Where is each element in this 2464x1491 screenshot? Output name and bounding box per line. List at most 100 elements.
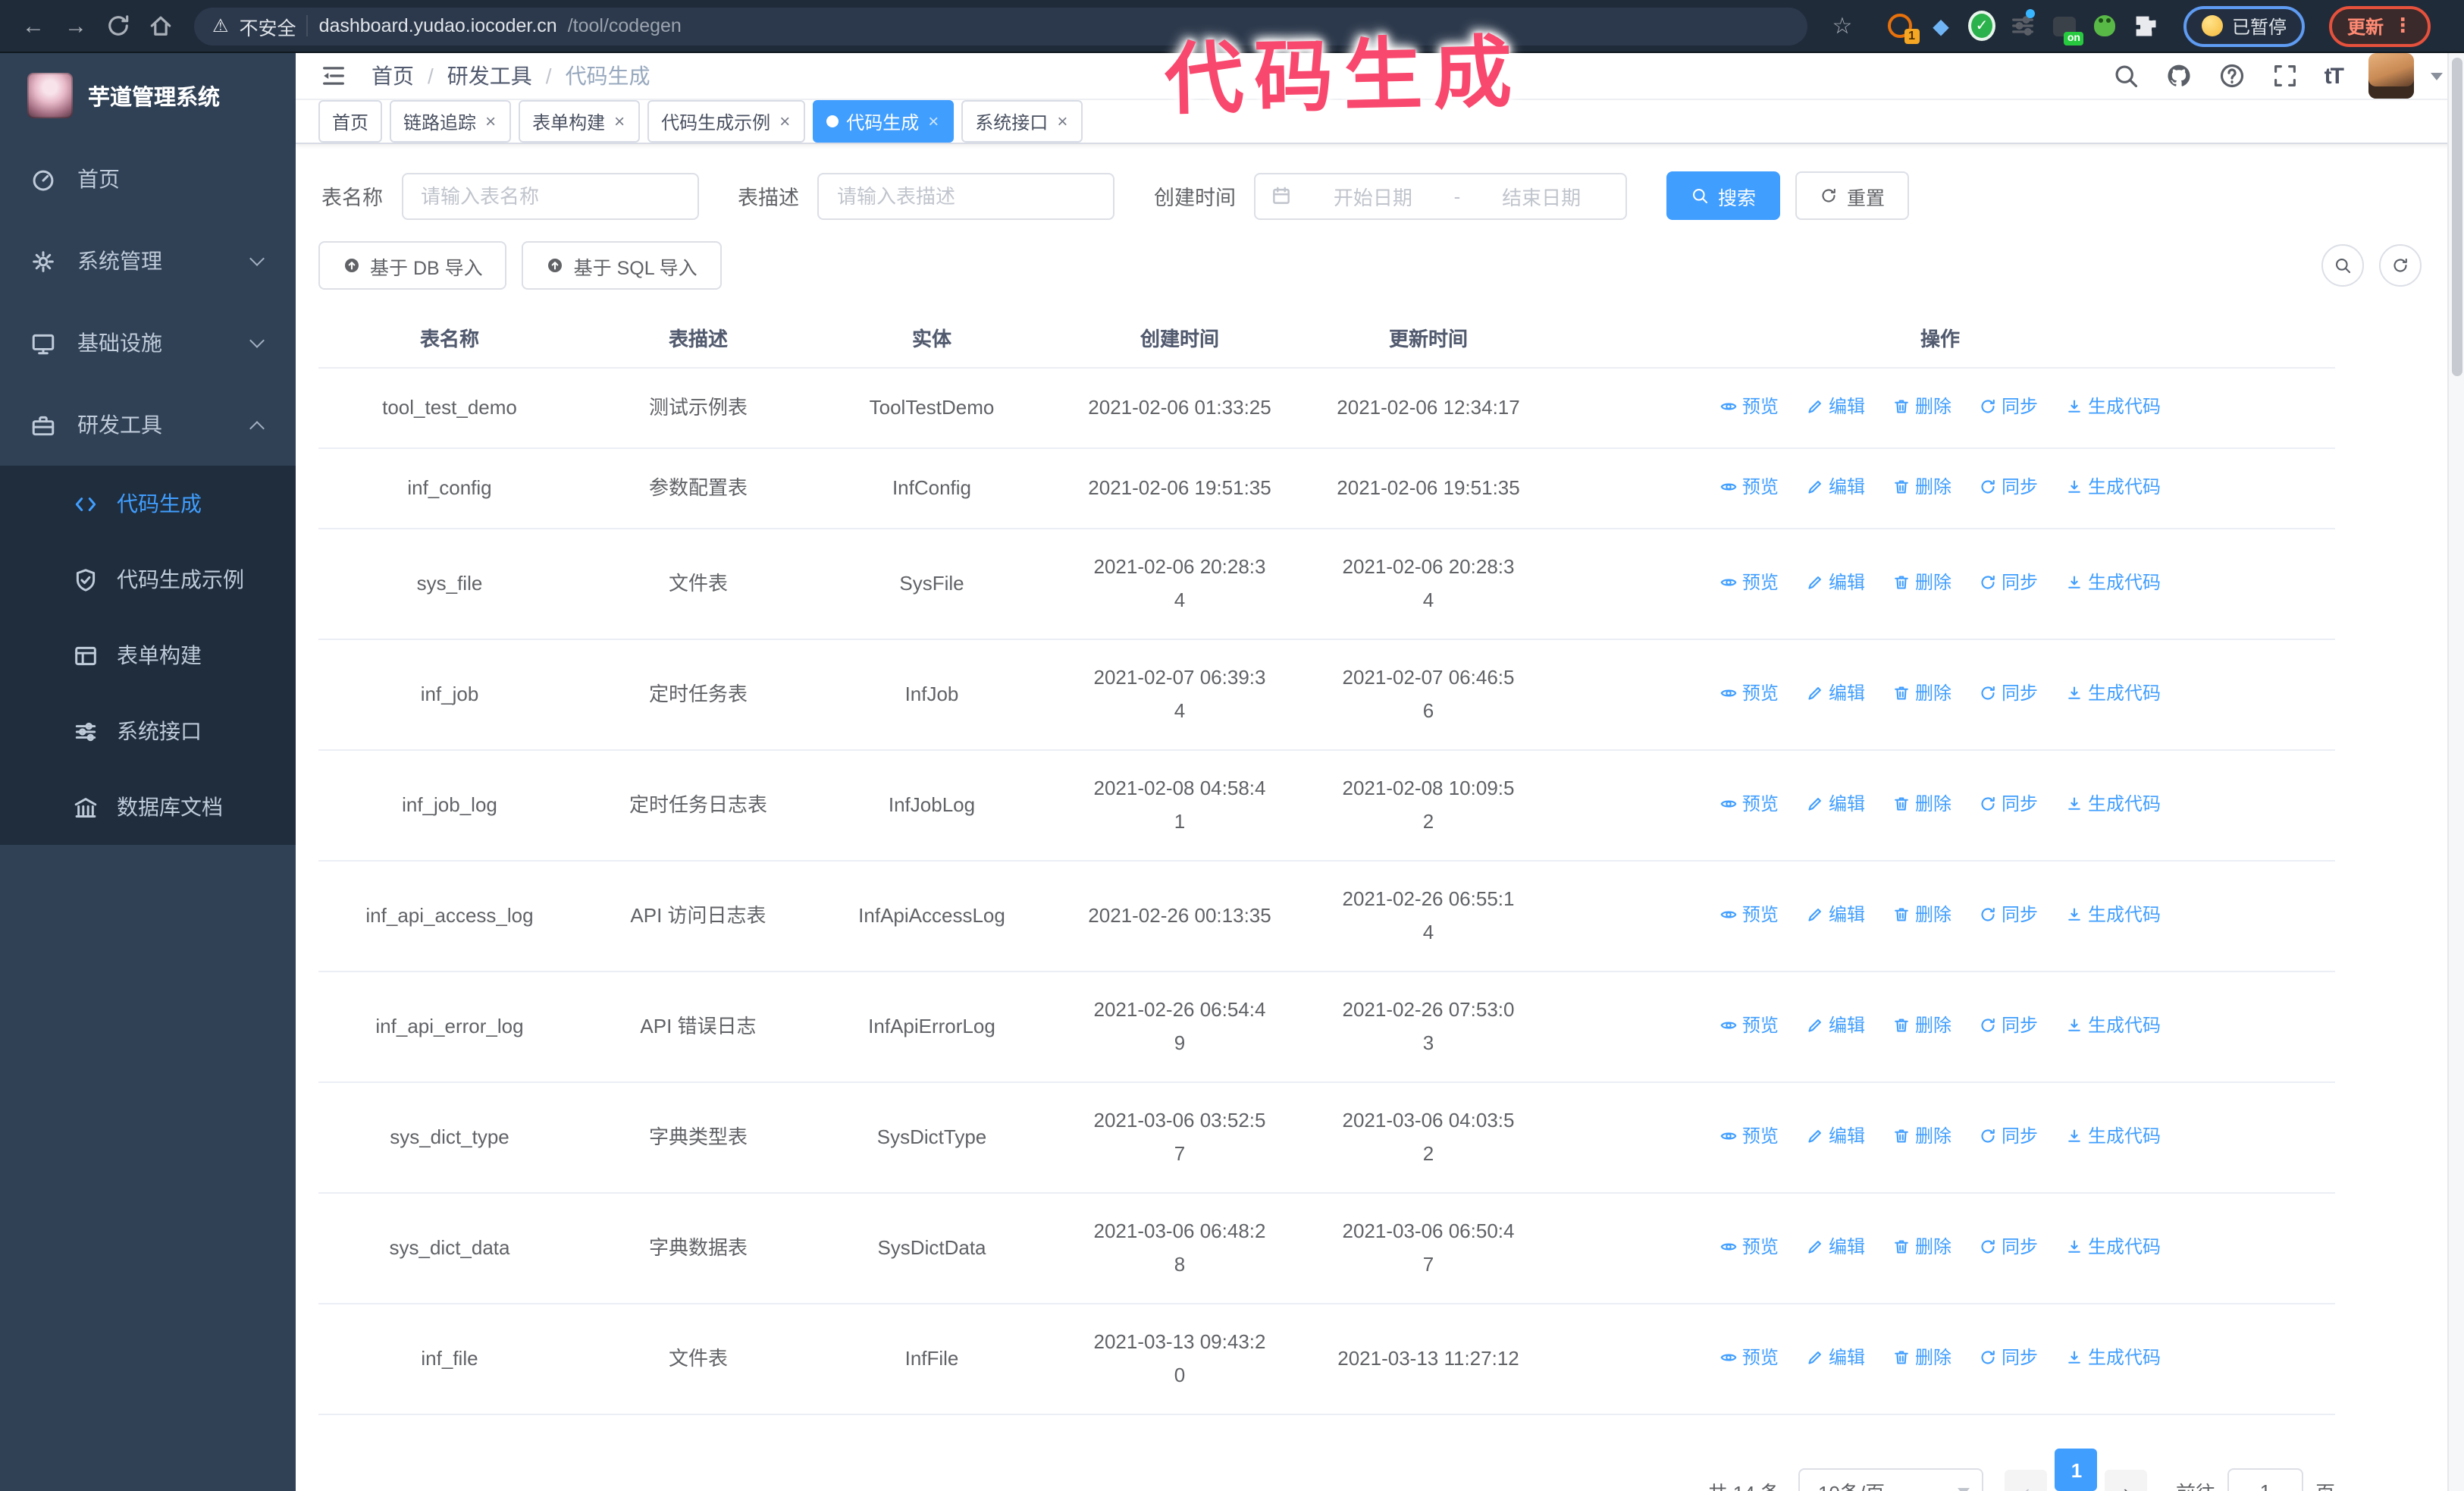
browser-back-icon[interactable]: ← bbox=[15, 8, 52, 44]
action-generate-code-link[interactable]: 生成代码 bbox=[2065, 898, 2161, 931]
browser-forward-icon[interactable]: → bbox=[58, 8, 94, 44]
action-sync-link[interactable]: 同步 bbox=[1979, 676, 2038, 710]
browser-reload-icon[interactable] bbox=[100, 8, 136, 44]
tab-close-icon[interactable]: × bbox=[1055, 112, 1069, 130]
browser-update-button[interactable]: 更新 ⋮ bbox=[2329, 5, 2431, 46]
action-generate-code-link[interactable]: 生成代码 bbox=[2065, 566, 2161, 599]
action-generate-code-link[interactable]: 生成代码 bbox=[2065, 1230, 2161, 1263]
search-icon[interactable] bbox=[2112, 62, 2140, 89]
action-generate-code-link[interactable]: 生成代码 bbox=[2065, 390, 2161, 423]
app-logo-row[interactable]: 芋道管理系统 bbox=[0, 53, 296, 138]
action-preview-link[interactable]: 预览 bbox=[1719, 676, 1779, 710]
import-sql-button[interactable]: 基于 SQL 导入 bbox=[522, 241, 722, 290]
action-sync-link[interactable]: 同步 bbox=[1979, 898, 2038, 931]
sidebar-item-系统管理[interactable]: 系统管理 bbox=[0, 220, 296, 302]
goto-page-input[interactable] bbox=[2227, 1468, 2303, 1491]
action-edit-link[interactable]: 编辑 bbox=[1806, 1119, 1865, 1153]
action-generate-code-link[interactable]: 生成代码 bbox=[2065, 1341, 2161, 1374]
action-sync-link[interactable]: 同步 bbox=[1979, 390, 2038, 423]
sidebar-subitem-代码生成[interactable]: 代码生成 bbox=[0, 466, 296, 541]
action-preview-link[interactable]: 预览 bbox=[1719, 390, 1779, 423]
tab-链路追踪[interactable]: 链路追踪 × bbox=[390, 100, 512, 143]
action-delete-link[interactable]: 删除 bbox=[1892, 390, 1951, 423]
action-edit-link[interactable]: 编辑 bbox=[1806, 676, 1865, 710]
action-edit-link[interactable]: 编辑 bbox=[1806, 1230, 1865, 1263]
action-delete-link[interactable]: 删除 bbox=[1892, 1009, 1951, 1042]
action-delete-link[interactable]: 删除 bbox=[1892, 1341, 1951, 1374]
collapse-sidebar-icon[interactable] bbox=[320, 62, 347, 89]
action-sync-link[interactable]: 同步 bbox=[1979, 1230, 2038, 1263]
extensions-puzzle-icon[interactable] bbox=[2132, 12, 2159, 39]
action-edit-link[interactable]: 编辑 bbox=[1806, 898, 1865, 931]
action-edit-link[interactable]: 编辑 bbox=[1806, 1009, 1865, 1042]
action-sync-link[interactable]: 同步 bbox=[1979, 470, 2038, 504]
action-delete-link[interactable]: 删除 bbox=[1892, 676, 1951, 710]
scrollbar-thumb[interactable] bbox=[2452, 58, 2462, 376]
toggle-search-button[interactable] bbox=[2321, 244, 2364, 287]
page-button-1[interactable]: 1 bbox=[2055, 1449, 2098, 1491]
profile-paused-badge[interactable]: 已暂停 bbox=[2183, 5, 2306, 46]
browser-menu-icon[interactable]: ⋮ bbox=[2393, 14, 2412, 38]
action-edit-link[interactable]: 编辑 bbox=[1806, 470, 1865, 504]
action-preview-link[interactable]: 预览 bbox=[1719, 898, 1779, 931]
tab-首页[interactable]: 首页 bbox=[318, 100, 383, 143]
sidebar-subitem-代码生成示例[interactable]: 代码生成示例 bbox=[0, 541, 296, 617]
font-size-icon[interactable]: tT bbox=[2324, 63, 2344, 89]
action-sync-link[interactable]: 同步 bbox=[1979, 566, 2038, 599]
extension-orange-icon[interactable]: 1 bbox=[1886, 12, 1920, 44]
extension-gem-icon[interactable]: ◆ bbox=[1927, 12, 1955, 39]
sidebar-item-研发工具[interactable]: 研发工具 bbox=[0, 384, 296, 466]
reset-button[interactable]: 重置 bbox=[1795, 171, 1910, 220]
tab-close-icon[interactable]: × bbox=[926, 112, 940, 130]
page-size-select[interactable]: 10条/页 bbox=[1798, 1468, 1983, 1491]
scrollbar-track[interactable] bbox=[2447, 52, 2464, 1491]
tab-代码生成示例[interactable]: 代码生成示例 × bbox=[647, 100, 806, 143]
breadcrumb-tools[interactable]: 研发工具 bbox=[447, 61, 532, 91]
action-generate-code-link[interactable]: 生成代码 bbox=[2065, 676, 2161, 710]
address-bar[interactable]: ⚠ 不安全 dashboard.yudao.iocoder.cn/tool/co… bbox=[194, 7, 1807, 45]
action-delete-link[interactable]: 删除 bbox=[1892, 566, 1951, 599]
extension-dark-icon[interactable]: on bbox=[2050, 12, 2083, 46]
table-desc-input[interactable] bbox=[817, 172, 1114, 219]
sidebar-subitem-系统接口[interactable]: 系统接口 bbox=[0, 693, 296, 769]
action-preview-link[interactable]: 预览 bbox=[1719, 470, 1779, 504]
extension-sliders-icon[interactable] bbox=[2009, 9, 2036, 39]
action-sync-link[interactable]: 同步 bbox=[1979, 787, 2038, 821]
tab-close-icon[interactable]: × bbox=[778, 112, 792, 130]
sidebar-item-基础设施[interactable]: 基础设施 bbox=[0, 302, 296, 384]
fullscreen-icon[interactable] bbox=[2271, 62, 2299, 89]
action-generate-code-link[interactable]: 生成代码 bbox=[2065, 1009, 2161, 1042]
browser-home-icon[interactable] bbox=[143, 8, 179, 44]
breadcrumb-home[interactable]: 首页 bbox=[371, 61, 414, 91]
table-name-input[interactable] bbox=[401, 172, 698, 219]
action-preview-link[interactable]: 预览 bbox=[1719, 1341, 1779, 1374]
action-edit-link[interactable]: 编辑 bbox=[1806, 787, 1865, 821]
action-edit-link[interactable]: 编辑 bbox=[1806, 390, 1865, 423]
action-delete-link[interactable]: 删除 bbox=[1892, 1119, 1951, 1153]
github-icon[interactable] bbox=[2165, 62, 2193, 89]
extension-frog-icon[interactable] bbox=[2091, 12, 2118, 39]
action-sync-link[interactable]: 同步 bbox=[1979, 1009, 2038, 1042]
extension-green-icon[interactable]: ✓ bbox=[1968, 11, 1995, 41]
action-generate-code-link[interactable]: 生成代码 bbox=[2065, 1119, 2161, 1153]
action-delete-link[interactable]: 删除 bbox=[1892, 898, 1951, 931]
action-delete-link[interactable]: 删除 bbox=[1892, 787, 1951, 821]
avatar-caret-down-icon[interactable] bbox=[2431, 72, 2443, 80]
action-delete-link[interactable]: 删除 bbox=[1892, 1230, 1951, 1263]
bookmark-star-icon[interactable]: ☆ bbox=[1826, 12, 1859, 39]
action-generate-code-link[interactable]: 生成代码 bbox=[2065, 470, 2161, 504]
import-db-button[interactable]: 基于 DB 导入 bbox=[318, 241, 507, 290]
help-icon[interactable] bbox=[2218, 62, 2246, 89]
action-preview-link[interactable]: 预览 bbox=[1719, 1009, 1779, 1042]
prev-page-button[interactable]: ‹ bbox=[2005, 1470, 2048, 1491]
action-preview-link[interactable]: 预览 bbox=[1719, 566, 1779, 599]
user-avatar[interactable] bbox=[2368, 53, 2414, 99]
tab-close-icon[interactable]: × bbox=[484, 112, 497, 130]
search-button[interactable]: 搜索 bbox=[1666, 171, 1781, 220]
sidebar-item-首页[interactable]: 首页 bbox=[0, 138, 296, 220]
action-edit-link[interactable]: 编辑 bbox=[1806, 1341, 1865, 1374]
tab-表单构建[interactable]: 表单构建 × bbox=[519, 100, 641, 143]
action-preview-link[interactable]: 预览 bbox=[1719, 1119, 1779, 1153]
action-delete-link[interactable]: 删除 bbox=[1892, 470, 1951, 504]
action-edit-link[interactable]: 编辑 bbox=[1806, 566, 1865, 599]
